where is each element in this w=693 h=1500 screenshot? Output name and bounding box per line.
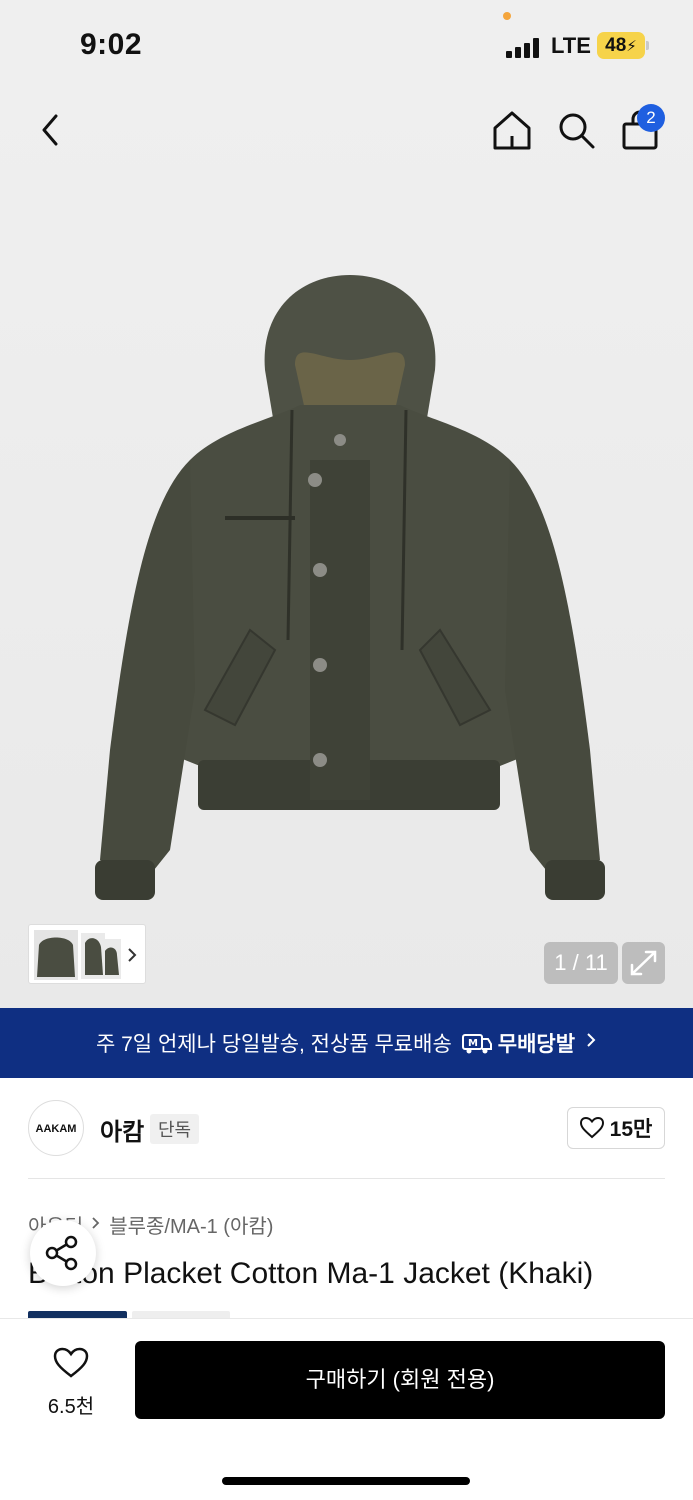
status-time: 9:02 [80, 28, 143, 61]
brand-logo[interactable]: AAKAM [28, 1100, 84, 1156]
buy-button[interactable]: 구매하기 (회원 전용) [135, 1341, 665, 1419]
divider [28, 1178, 665, 1179]
chevron-left-icon[interactable] [32, 110, 72, 150]
battery-indicator: 48⚡ [597, 32, 645, 59]
promo-text: 주 7일 언제나 당일발송, 전상품 무료배송 [95, 1033, 452, 1056]
wishlist-count: 6.5천 [47, 1396, 95, 1418]
brand-like-button[interactable]: 15만 [567, 1107, 665, 1149]
product-image[interactable] [70, 270, 630, 910]
share-icon[interactable] [30, 1220, 96, 1286]
search-icon[interactable] [556, 108, 596, 152]
network-type: LTE [551, 33, 591, 58]
status-bar: 9:02 LTE 48⚡ [0, 0, 693, 90]
delivery-promo-banner[interactable]: 주 7일 언제나 당일발송, 전상품 무료배송 M 무배당발 [0, 1008, 693, 1078]
battery-level: 48 [605, 35, 627, 56]
privacy-indicator [503, 12, 511, 20]
heart-icon [53, 1347, 89, 1378]
delivery-truck-icon: M [461, 1034, 492, 1054]
cart-count-badge: 2 [637, 104, 665, 132]
brand-name[interactable]: 아캄 [100, 1112, 144, 1147]
bottom-action-bar: 6.5천 구매하기 (회원 전용) [0, 1318, 693, 1500]
home-indicator [222, 1477, 470, 1485]
brand-row: AAKAM 아캄 단독 15만 [28, 1098, 665, 1158]
chevron-right-icon [585, 1031, 597, 1055]
breadcrumb-subcategory[interactable]: 블루종/MA-1 (아캄) [109, 1210, 273, 1239]
battery-cap [646, 41, 649, 50]
heart-icon [579, 1117, 604, 1139]
product-title: Button Placket Cotton Ma-1 Jacket (Khaki… [28, 1257, 594, 1290]
signal-icon [506, 38, 546, 58]
brand-like-count: 15만 [609, 1118, 653, 1141]
wishlist-button[interactable]: 6.5천 [36, 1347, 106, 1419]
svg-text:M: M [468, 1038, 478, 1049]
promo-brand: M 무배당발 [461, 1028, 576, 1058]
gallery-counter: 1 / 11 [544, 942, 618, 984]
home-icon[interactable] [492, 108, 532, 152]
exclusive-tag: 단독 [150, 1114, 200, 1144]
thumbnail-strip[interactable] [28, 924, 146, 984]
expand-icon[interactable] [622, 942, 665, 984]
promo-brand-label: 무배당발 [497, 1033, 576, 1056]
